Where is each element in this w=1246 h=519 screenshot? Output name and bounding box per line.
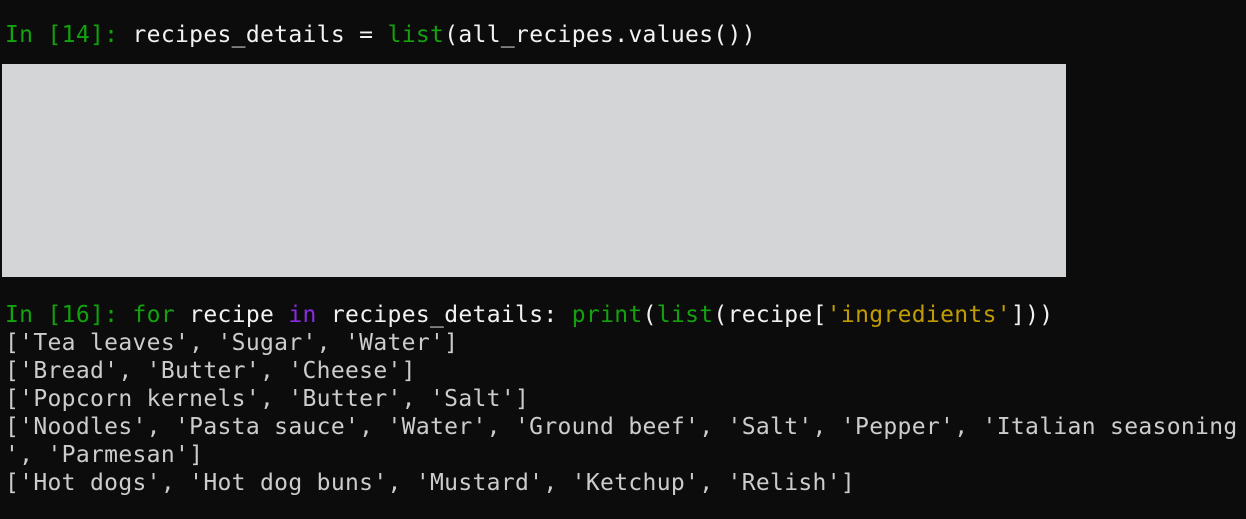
keyword-for: for <box>132 302 176 328</box>
input-prompt: In [16]: <box>5 302 119 328</box>
builtin-print: print <box>571 302 643 328</box>
input-prompt: In [14]: <box>5 22 119 48</box>
code-text: (recipe[ <box>713 302 827 328</box>
redacted-output-block <box>2 64 1066 277</box>
code-text: recipes_details = <box>118 22 388 48</box>
output-line: ['Hot dogs', 'Hot dog buns', 'Mustard', … <box>5 470 856 496</box>
output-line: ['Noodles', 'Pasta sauce', 'Water', 'Gro… <box>5 414 1238 440</box>
code-text: recipes_details: <box>316 302 572 328</box>
input-line-14[interactable]: In [14]: recipes_details = list(all_reci… <box>5 21 756 49</box>
output-line: ['Tea leaves', 'Sugar', 'Water'] <box>5 330 459 356</box>
code-text: (all_recipes.values()) <box>444 22 756 48</box>
builtin-list: list <box>387 22 445 48</box>
keyword-in: in <box>288 302 317 328</box>
builtin-list: list <box>656 302 714 328</box>
input-line-16[interactable]: In [16]: for recipe in recipes_details: … <box>5 301 1053 329</box>
output-line: ', 'Parmesan'] <box>5 442 204 468</box>
output-line: ['Bread', 'Butter', 'Cheese'] <box>5 358 416 384</box>
string-literal: 'ingredients' <box>826 302 1011 328</box>
output-line: ['Popcorn kernels', 'Butter', 'Salt'] <box>5 386 530 412</box>
code-text: ])) <box>1010 302 1054 328</box>
code-text: ( <box>642 302 657 328</box>
code-text: recipe <box>175 302 289 328</box>
